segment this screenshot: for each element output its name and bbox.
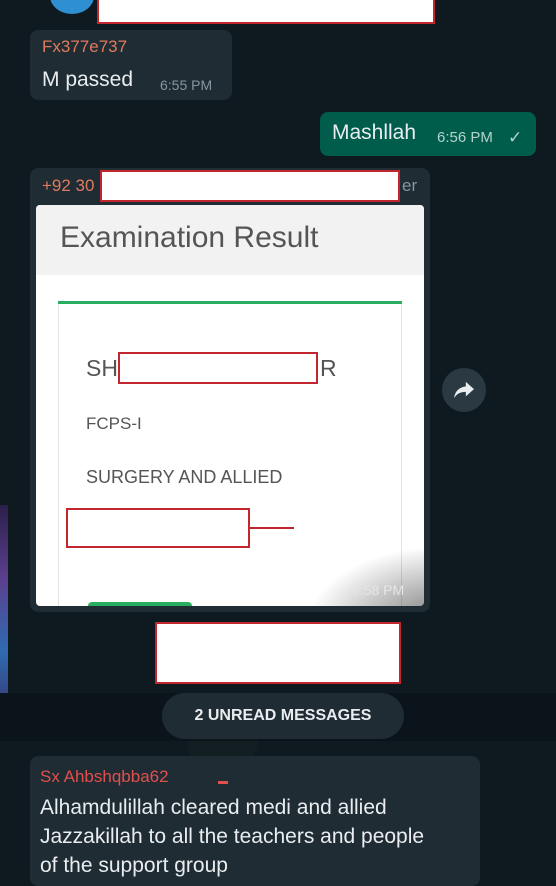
card-button-peek [88, 602, 192, 606]
message-time: 6:58 PM [352, 582, 405, 598]
result-underline [248, 527, 294, 529]
unread-messages-badge: 2 UNREAD MESSAGES [162, 693, 404, 739]
redaction-caption [155, 622, 401, 684]
share-arrow-icon [454, 381, 474, 399]
card-title: Examination Result [60, 221, 319, 254]
candidate-name-start: SH [86, 355, 118, 381]
candidate-name-end: R [320, 355, 337, 381]
message-sender[interactable]: Fx377e737 [42, 37, 127, 57]
message-sender[interactable]: Sx Ahbshqbba62 [40, 767, 169, 787]
message-bubble-incoming[interactable]: Fx377e737 M passed 6:55 PM [30, 30, 232, 100]
message-bubble-incoming[interactable]: Sx Ahbshqbba62 Alhamdulillah cleared med… [30, 756, 480, 886]
read-check-icon: ✓ [508, 128, 523, 147]
message-line: Alhamdulillah cleared medi and allied [40, 796, 387, 819]
exam-name: FCPS-I [86, 414, 142, 433]
message-sender-prefix[interactable]: +92 30 [42, 176, 94, 196]
message-line: of the support group [40, 854, 228, 877]
forward-button[interactable] [442, 368, 486, 412]
message-sender-suffix: er [402, 176, 418, 195]
redaction-result [66, 508, 250, 548]
message-text: Mashllah [332, 121, 417, 144]
message-time: 6:56 PM [437, 129, 493, 146]
message-line: Jazzakillah to all the teachers and peop… [40, 825, 425, 848]
message-time: 6:55 PM [160, 77, 213, 93]
side-edge-strip [0, 505, 8, 725]
sender-marker [218, 781, 228, 784]
message-bubble-outgoing[interactable]: Mashllah 6:56 PM ✓ [320, 112, 536, 156]
exam-specialty: SURGERY AND ALLIED [86, 467, 283, 487]
redaction-name [118, 352, 318, 384]
redaction-top [97, 0, 435, 24]
message-text: M passed [42, 68, 134, 91]
redaction-sender [100, 170, 400, 202]
